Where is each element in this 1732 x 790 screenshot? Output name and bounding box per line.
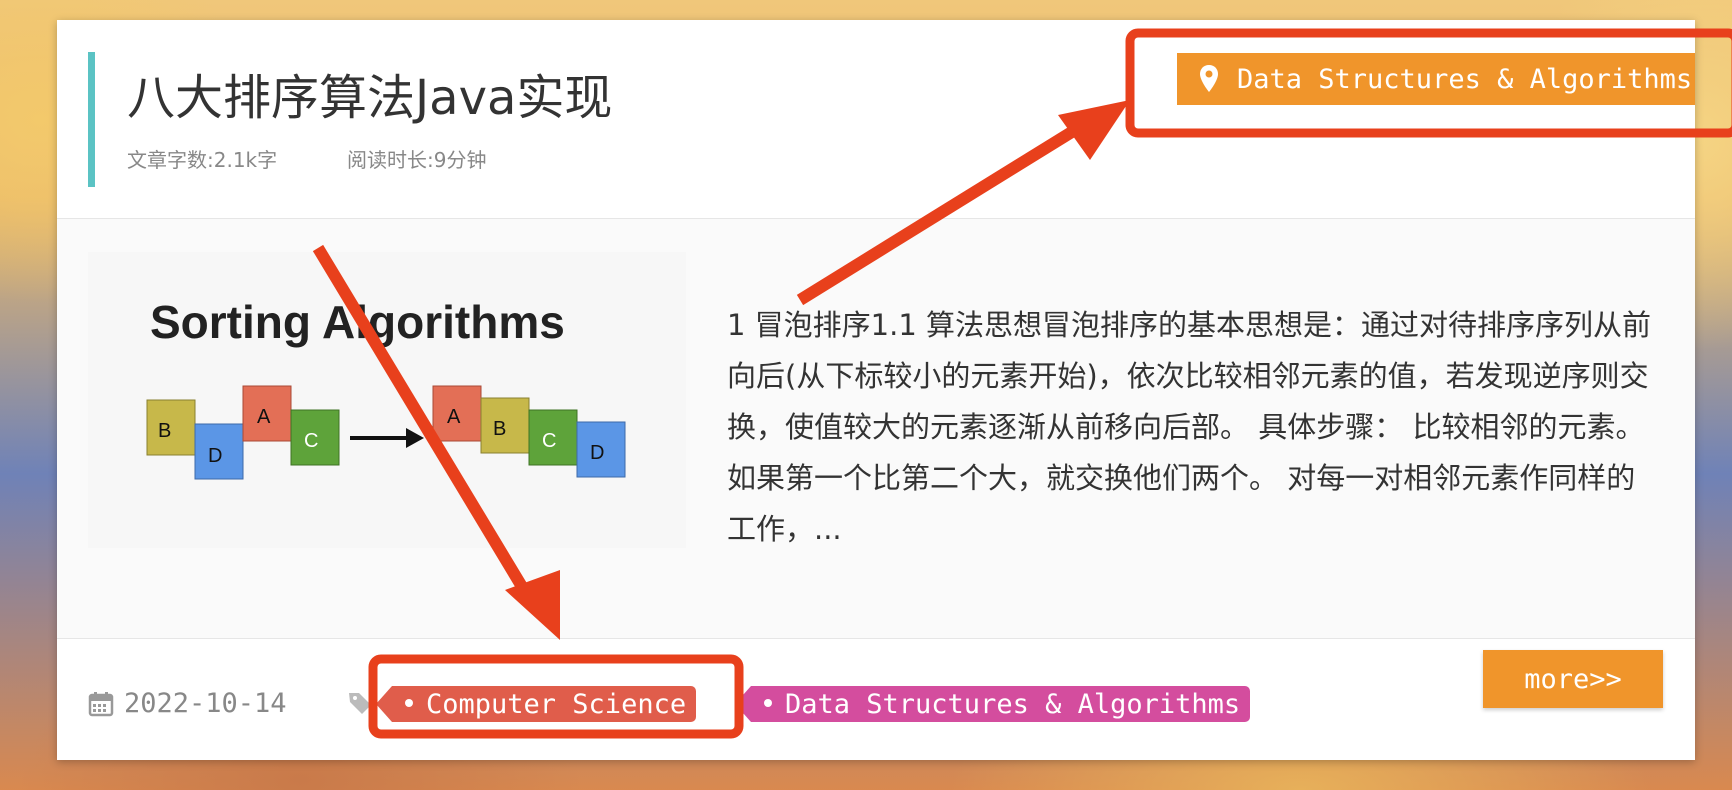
tag-dot (764, 699, 772, 707)
unsorted-blocks: B D A C (146, 385, 340, 480)
post-excerpt: 1 冒泡排序1.1 算法思想冒泡排序的基本思想是：通过对待排序序列从前向后(从下… (727, 308, 1652, 546)
block-label: C (304, 430, 318, 452)
block-label: D (590, 442, 604, 464)
post-title[interactable]: 八大排序算法Java实现 (127, 58, 612, 128)
block-label: B (493, 418, 506, 440)
sorted-blocks: A B C D (432, 385, 626, 478)
date-label: 2022-10-14 (124, 688, 287, 719)
block-label: A (257, 406, 271, 428)
word-count: 文章字数:2.1k字 (127, 148, 278, 172)
block-label: B (158, 420, 171, 442)
sorting-illustration: Sorting Algorithms B D A C A B C D (146, 296, 626, 480)
thumbnail-heading: Sorting Algorithms (150, 296, 565, 348)
post-card: 八大排序算法Java实现 文章字数:2.1k字 阅读时长:9分钟 Data St… (57, 20, 1695, 760)
tag-dot (405, 699, 413, 707)
category-label: Data Structures & Algorithms (1237, 63, 1693, 95)
title-accent-bar (88, 52, 95, 187)
more-button[interactable]: more>> (1483, 650, 1663, 708)
post-header: 八大排序算法Java实现 文章字数:2.1k字 阅读时长:9分钟 (57, 20, 1695, 219)
block-label: A (447, 406, 461, 428)
map-pin-icon (1200, 65, 1218, 92)
post-date: 2022-10-14 (88, 688, 287, 719)
tag-data-structures-algorithms[interactable]: Data Structures & Algorithms (734, 686, 1251, 722)
tag-label: Data Structures & Algorithms (785, 688, 1241, 720)
arrow-icon (350, 428, 424, 448)
category-badge[interactable]: Data Structures & Algorithms (1177, 53, 1695, 105)
tag-computer-science[interactable]: Computer Science (375, 686, 697, 722)
read-time: 阅读时长:9分钟 (347, 148, 487, 172)
block-label: C (542, 430, 556, 452)
tags-icon (349, 693, 371, 714)
tag-label: Computer Science (426, 688, 687, 720)
block-label: D (208, 445, 222, 467)
calendar-icon (88, 691, 114, 716)
post-thumbnail[interactable]: Sorting Algorithms B D A C A B C D (88, 252, 686, 548)
